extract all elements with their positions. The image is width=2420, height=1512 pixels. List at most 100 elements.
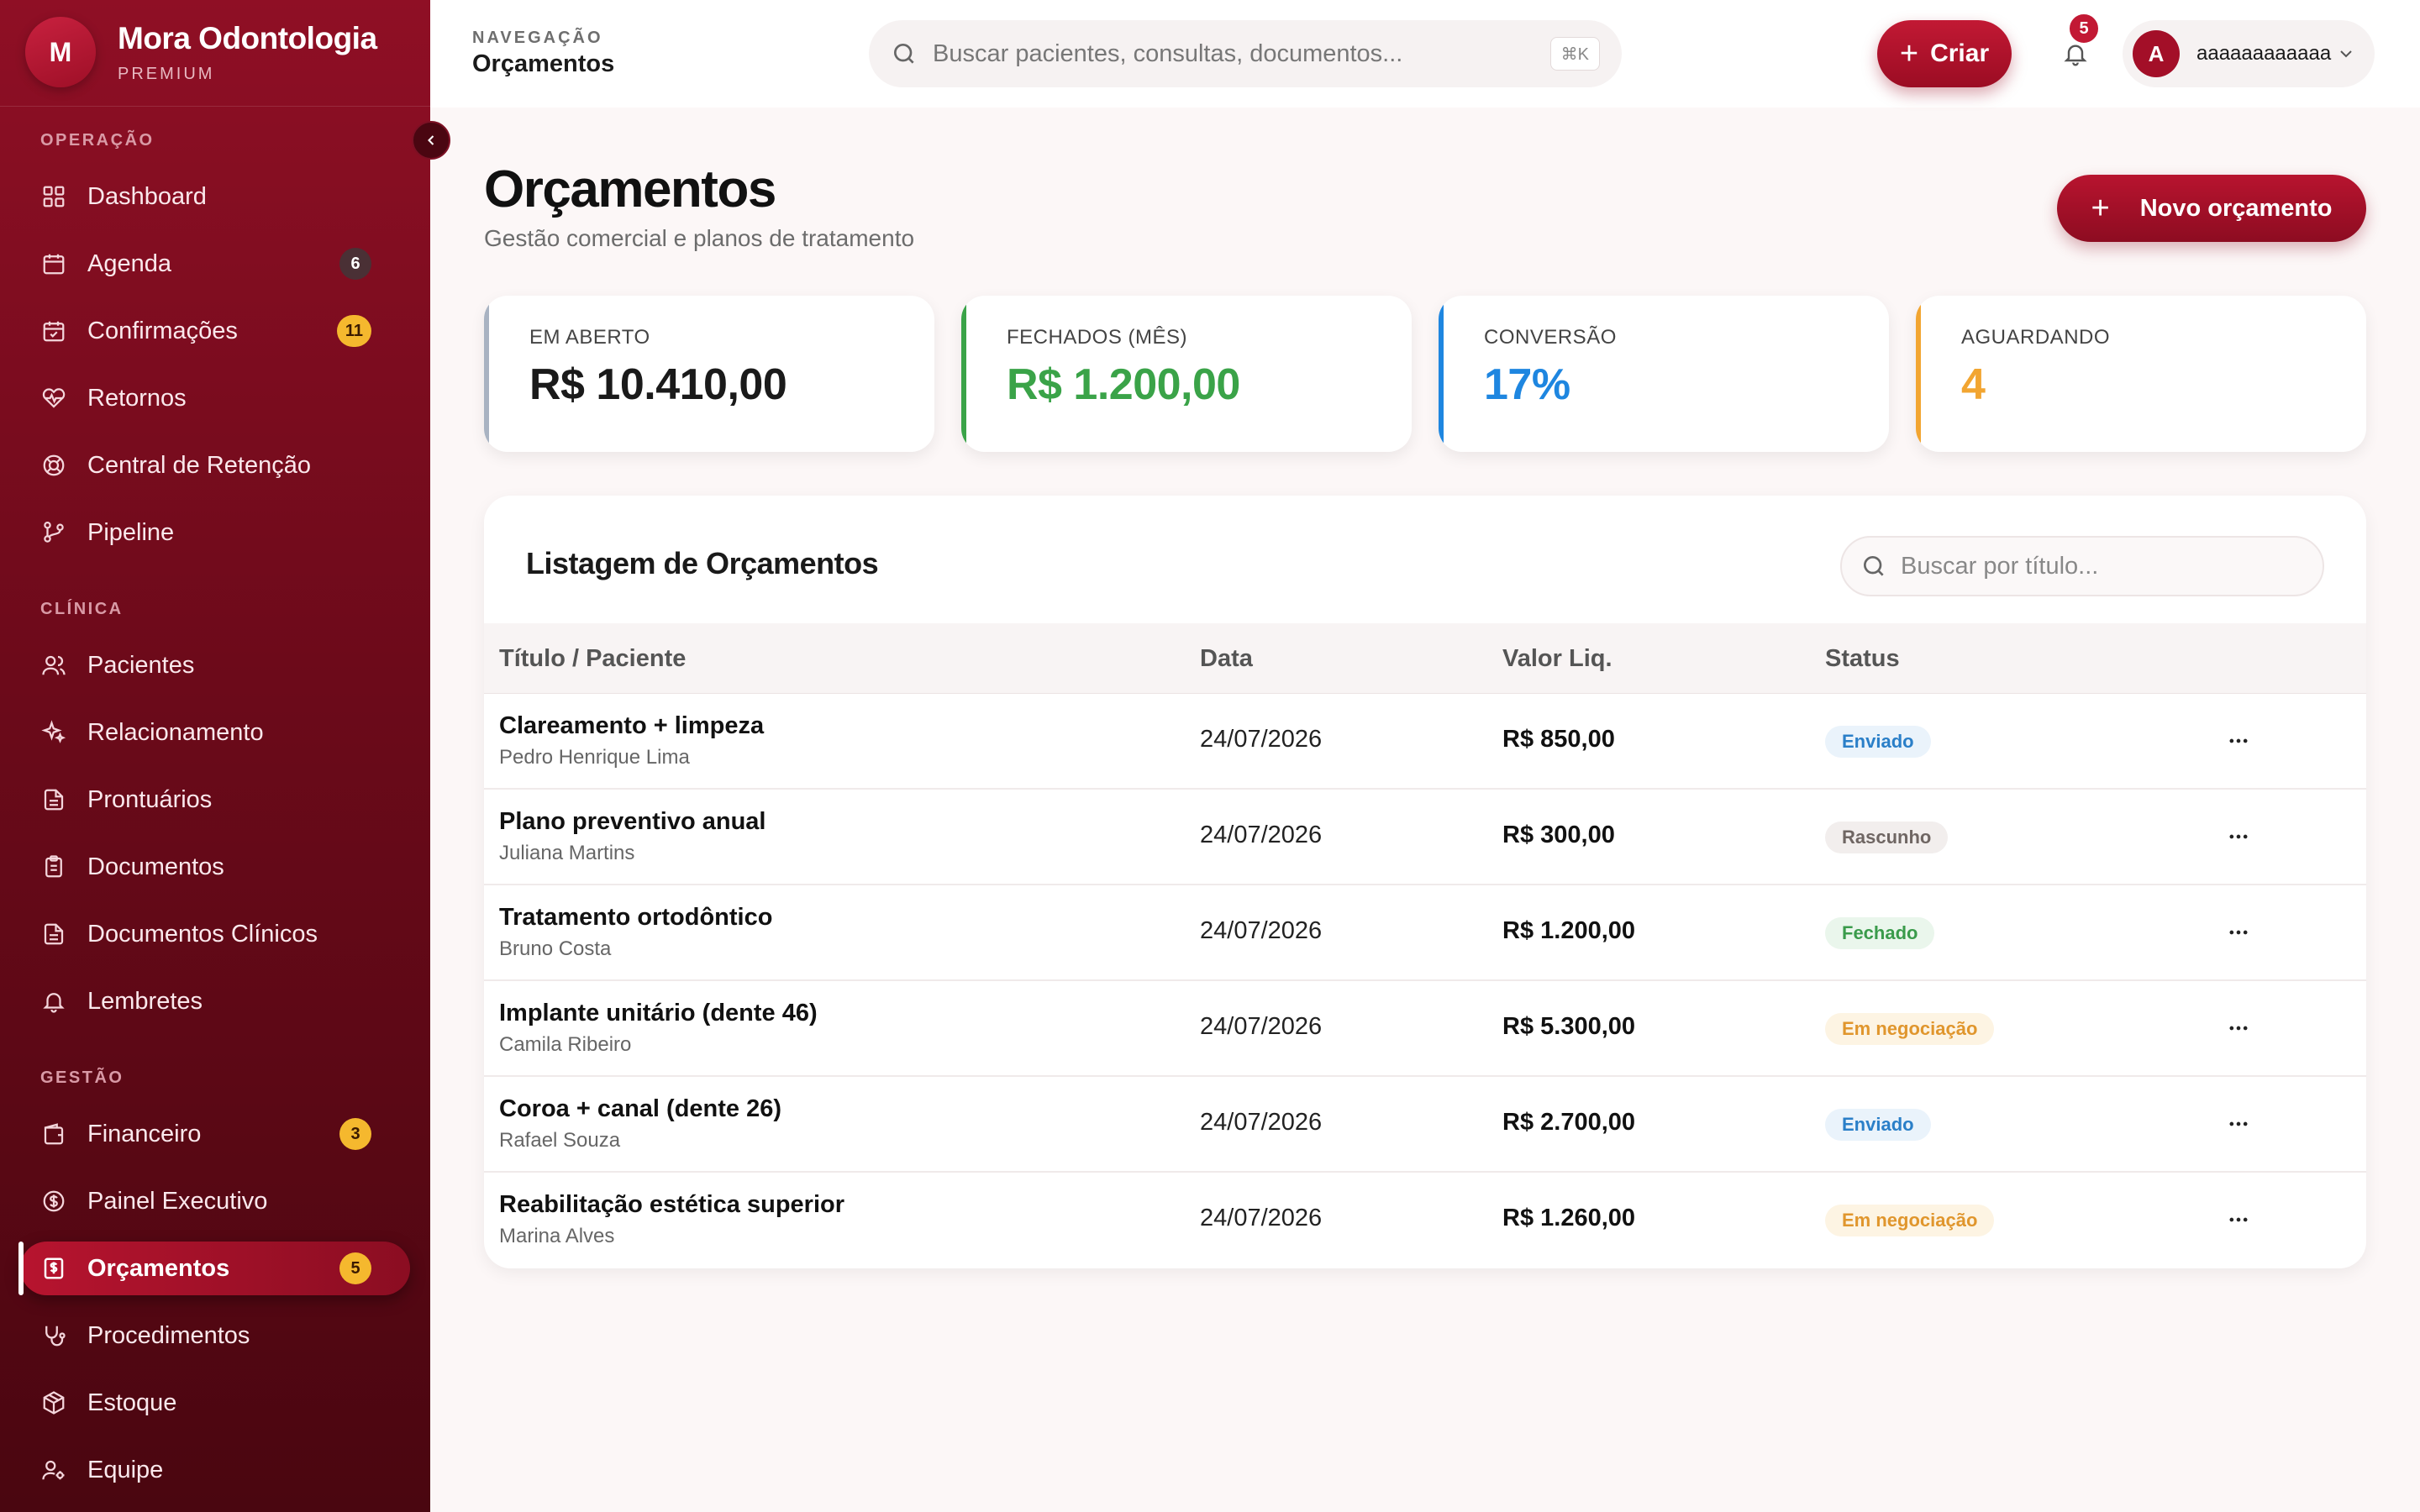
row-patient: Marina Alves xyxy=(499,1225,615,1247)
receipt-icon xyxy=(39,1253,69,1284)
table-row[interactable]: Clareamento + limpeza Pedro Henrique Lim… xyxy=(484,694,2366,790)
sidebar-item-label: Orçamentos xyxy=(87,1254,230,1282)
table-row[interactable]: Coroa + canal (dente 26) Rafael Souza 24… xyxy=(484,1077,2366,1173)
table-row[interactable]: Implante unitário (dente 46) Camila Ribe… xyxy=(484,981,2366,1077)
row-value: R$ 300,00 xyxy=(1502,822,1615,848)
more-horizontal-icon xyxy=(2229,738,2248,743)
row-value: R$ 2.700,00 xyxy=(1502,1109,1636,1136)
search-icon xyxy=(894,44,914,64)
row-actions-button[interactable] xyxy=(2218,1104,2259,1144)
list-search[interactable] xyxy=(1840,536,2324,596)
grid-icon xyxy=(39,181,69,212)
sidebar-item-orcamentos[interactable]: Orçamentos 5 xyxy=(18,1242,410,1295)
row-value: R$ 5.300,00 xyxy=(1502,1013,1636,1040)
sidebar-item-estoque[interactable]: Estoque xyxy=(20,1376,410,1430)
count-badge: 3 xyxy=(339,1118,371,1150)
breadcrumb-current: Orçamentos xyxy=(472,50,615,77)
sidebar-item-label: Prontuários xyxy=(87,785,213,813)
section-label-clinica: CLÍNICA xyxy=(40,600,124,618)
sidebar-item-dashboard[interactable]: Dashboard xyxy=(20,170,410,223)
plus-icon: + xyxy=(1899,36,1919,71)
status-badge: Fechado xyxy=(1825,917,1935,949)
sidebar-item-documentos-clinicos[interactable]: Documentos Clínicos xyxy=(20,907,410,961)
global-search-input[interactable] xyxy=(933,39,1538,68)
sidebar-item-label: Relacionamento xyxy=(87,718,264,746)
sidebar-item-pipeline[interactable]: Pipeline xyxy=(20,506,410,559)
new-budget-button[interactable]: + Novo orçamento xyxy=(2057,175,2366,242)
sidebar-item-label: Documentos xyxy=(87,853,224,880)
sidebar-item-label: Estoque xyxy=(87,1389,177,1416)
page-title: Orçamentos xyxy=(484,160,776,218)
sidebar-item-procedimentos[interactable]: Procedimentos xyxy=(20,1309,410,1362)
kpi-value: R$ 1.200,00 xyxy=(1007,360,1240,409)
sidebar-item-label: Equipe xyxy=(87,1456,164,1483)
kpi-accent xyxy=(484,296,489,452)
more-horizontal-icon xyxy=(2229,1026,2248,1031)
user-menu[interactable]: A aaaaaaaaaaaa xyxy=(2123,20,2375,87)
row-actions-button[interactable] xyxy=(2218,721,2259,761)
sidebar-item-pacientes[interactable]: Pacientes xyxy=(20,638,410,692)
sidebar-item-retornos[interactable]: Retornos xyxy=(20,371,410,425)
sidebar-collapse-button[interactable] xyxy=(412,121,450,160)
new-budget-button-label: Novo orçamento xyxy=(2139,194,2333,222)
sidebar-item-confirmacoes[interactable]: Confirmações 11 xyxy=(20,304,410,358)
sparkles-icon xyxy=(39,717,69,748)
sidebar-item-agenda[interactable]: Agenda 6 xyxy=(20,237,410,291)
row-value: R$ 850,00 xyxy=(1502,726,1615,753)
column-header-status[interactable]: Status xyxy=(1825,645,1900,673)
kpi-card-conversao: CONVERSÃO 17% xyxy=(1439,296,1889,452)
column-header-title[interactable]: Título / Paciente xyxy=(499,645,686,673)
sidebar-item-label: Lembretes xyxy=(87,987,203,1015)
list-search-input[interactable] xyxy=(1901,552,2304,580)
global-search[interactable]: ⌘K xyxy=(869,20,1622,87)
sidebar-item-prontuarios[interactable]: Prontuários xyxy=(20,773,410,827)
git-branch-icon xyxy=(39,517,69,548)
clipboard-icon xyxy=(39,852,69,882)
create-button[interactable]: + Criar xyxy=(1877,20,2012,87)
sidebar-item-painel-executivo[interactable]: Painel Executivo xyxy=(20,1174,410,1228)
kpi-label: FECHADOS (MÊS) xyxy=(1007,326,1188,349)
sidebar-item-relacionamento[interactable]: Relacionamento xyxy=(20,706,410,759)
sidebar-item-label: Painel Executivo xyxy=(87,1187,268,1215)
row-date: 24/07/2026 xyxy=(1200,1205,1323,1231)
row-actions-button[interactable] xyxy=(2218,1008,2259,1048)
package-icon xyxy=(39,1388,69,1418)
table-row[interactable]: Reabilitação estética superior Marina Al… xyxy=(484,1173,2366,1268)
count-badge: 6 xyxy=(339,248,371,280)
table-row[interactable]: Plano preventivo anual Juliana Martins 2… xyxy=(484,790,2366,885)
row-date: 24/07/2026 xyxy=(1200,726,1323,753)
bell-icon xyxy=(39,986,69,1016)
file-text-icon xyxy=(39,919,69,949)
more-horizontal-icon xyxy=(2229,930,2248,935)
list-title: Listagem de Orçamentos xyxy=(526,546,879,580)
brand-name: Mora Odontologia xyxy=(118,20,377,55)
column-header-date[interactable]: Data xyxy=(1200,645,1253,673)
column-header-value[interactable]: Valor Liq. xyxy=(1502,645,1612,673)
sidebar-item-central-retencao[interactable]: Central de Retenção xyxy=(20,438,410,492)
brand-divider xyxy=(0,106,430,107)
sidebar-item-lembretes[interactable]: Lembretes xyxy=(20,974,410,1028)
sidebar-item-label: Agenda xyxy=(87,249,171,277)
chevron-down-icon xyxy=(2340,50,2352,58)
sidebar-item-label: Documentos Clínicos xyxy=(87,920,318,948)
user-name: aaaaaaaaaaaa xyxy=(2196,42,2332,65)
kpi-label: EM ABERTO xyxy=(529,326,650,349)
brand[interactable]: M Mora Odontologia PREMIUM xyxy=(25,17,377,87)
sidebar-item-financeiro[interactable]: Financeiro 3 xyxy=(20,1107,410,1161)
row-actions-button[interactable] xyxy=(2218,912,2259,953)
row-date: 24/07/2026 xyxy=(1200,822,1323,848)
row-actions-button[interactable] xyxy=(2218,816,2259,857)
row-actions-button[interactable] xyxy=(2218,1200,2259,1240)
table-row[interactable]: Tratamento ortodôntico Bruno Costa 24/07… xyxy=(484,885,2366,981)
row-title: Tratamento ortodôntico xyxy=(499,904,773,931)
status-badge: Enviado xyxy=(1825,726,1931,758)
kpi-value: R$ 10.410,00 xyxy=(529,360,787,409)
kpi-accent xyxy=(1439,296,1444,452)
users-icon xyxy=(39,650,69,680)
row-title: Implante unitário (dente 46) xyxy=(499,1000,818,1026)
row-patient: Bruno Costa xyxy=(499,937,612,960)
sidebar-item-equipe[interactable]: Equipe xyxy=(20,1443,410,1497)
notifications-badge: 5 xyxy=(2067,12,2101,45)
row-title: Clareamento + limpeza xyxy=(499,712,765,739)
sidebar-item-documentos[interactable]: Documentos xyxy=(20,840,410,894)
